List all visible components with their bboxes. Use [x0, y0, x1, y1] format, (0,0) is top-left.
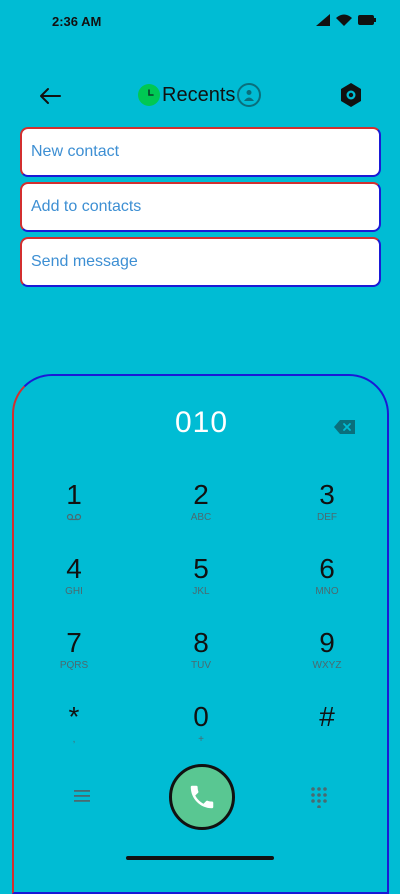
- key-letters: WXYZ: [312, 660, 342, 671]
- key-1[interactable]: 1: [34, 480, 114, 542]
- settings-button[interactable]: [338, 82, 364, 108]
- key-8[interactable]: 8 TUV: [161, 628, 241, 690]
- wifi-icon: [336, 14, 352, 26]
- key-digit: 5: [193, 553, 209, 584]
- key-letters: TUV: [191, 660, 211, 671]
- home-indicator[interactable]: [126, 856, 274, 860]
- voicemail-icon: [34, 512, 114, 526]
- key-letters: ABC: [190, 512, 212, 523]
- menu-button[interactable]: [72, 788, 96, 808]
- add-to-contacts-label: Add to contacts: [31, 198, 142, 215]
- key-2[interactable]: 2 ABC: [161, 480, 241, 542]
- key-digit: 9: [319, 627, 335, 658]
- key-digit: 4: [66, 553, 82, 584]
- key-6[interactable]: 6 MNO: [287, 554, 367, 616]
- key-0[interactable]: 0 +: [161, 702, 241, 764]
- dialpad-panel: 010 1 2 ABC 3 DEF 4 GHI 5 JKL 6 MNO 7 PQ…: [12, 374, 389, 894]
- key-3[interactable]: 3 DEF: [287, 480, 367, 542]
- key-letters: MNO: [315, 586, 339, 597]
- key-letters: DEF: [317, 512, 337, 523]
- key-letters: ,: [72, 734, 76, 745]
- dialpad-toggle-button[interactable]: [310, 786, 330, 810]
- key-letters: GHI: [65, 586, 83, 597]
- battery-icon: [358, 15, 376, 25]
- key-7[interactable]: 7 PQRS: [34, 628, 114, 690]
- status-icons: [316, 14, 376, 26]
- add-to-contacts-button[interactable]: Add to contacts: [20, 182, 381, 232]
- key-letters: [287, 734, 367, 746]
- key-letters: +: [198, 734, 204, 745]
- key-letters: PQRS: [59, 660, 89, 671]
- send-message-label: Send message: [31, 253, 138, 270]
- key-digit: 2: [193, 479, 209, 510]
- key-star[interactable]: * ,: [34, 702, 114, 764]
- key-digit: 0: [193, 701, 209, 732]
- top-bar: Recents: [0, 70, 400, 120]
- key-letters: JKL: [192, 586, 210, 597]
- key-digit: 3: [319, 479, 335, 510]
- phone-icon: [190, 785, 214, 809]
- send-message-button[interactable]: Send message: [20, 237, 381, 287]
- signal-icon: [316, 14, 330, 26]
- status-time: 2:36 AM: [52, 14, 102, 29]
- key-digit: 1: [66, 479, 82, 510]
- key-9[interactable]: 9 WXYZ: [287, 628, 367, 690]
- title-group: Recents: [138, 82, 262, 108]
- status-bar: 2:36 AM: [0, 0, 400, 44]
- clock-icon: [138, 84, 160, 106]
- key-digit: 7: [66, 627, 82, 658]
- contacts-icon[interactable]: [237, 83, 262, 107]
- new-contact-button[interactable]: New contact: [20, 127, 381, 177]
- key-digit: *: [68, 701, 80, 732]
- key-digit: 8: [193, 627, 209, 658]
- call-button[interactable]: [169, 764, 235, 830]
- settings-icon: [341, 83, 361, 107]
- backspace-button[interactable]: [333, 418, 357, 436]
- menu-icon: [74, 790, 90, 802]
- backspace-icon: [334, 420, 355, 434]
- key-digit: #: [319, 701, 335, 732]
- page-title: Recents: [162, 83, 236, 106]
- dialpad-icon: [311, 787, 327, 809]
- back-button[interactable]: [34, 80, 66, 112]
- new-contact-label: New contact: [31, 143, 120, 160]
- key-digit: 6: [319, 553, 335, 584]
- key-5[interactable]: 5 JKL: [161, 554, 241, 616]
- key-hash[interactable]: #: [287, 702, 367, 764]
- arrow-left-icon: [40, 88, 61, 104]
- key-4[interactable]: 4 GHI: [34, 554, 114, 616]
